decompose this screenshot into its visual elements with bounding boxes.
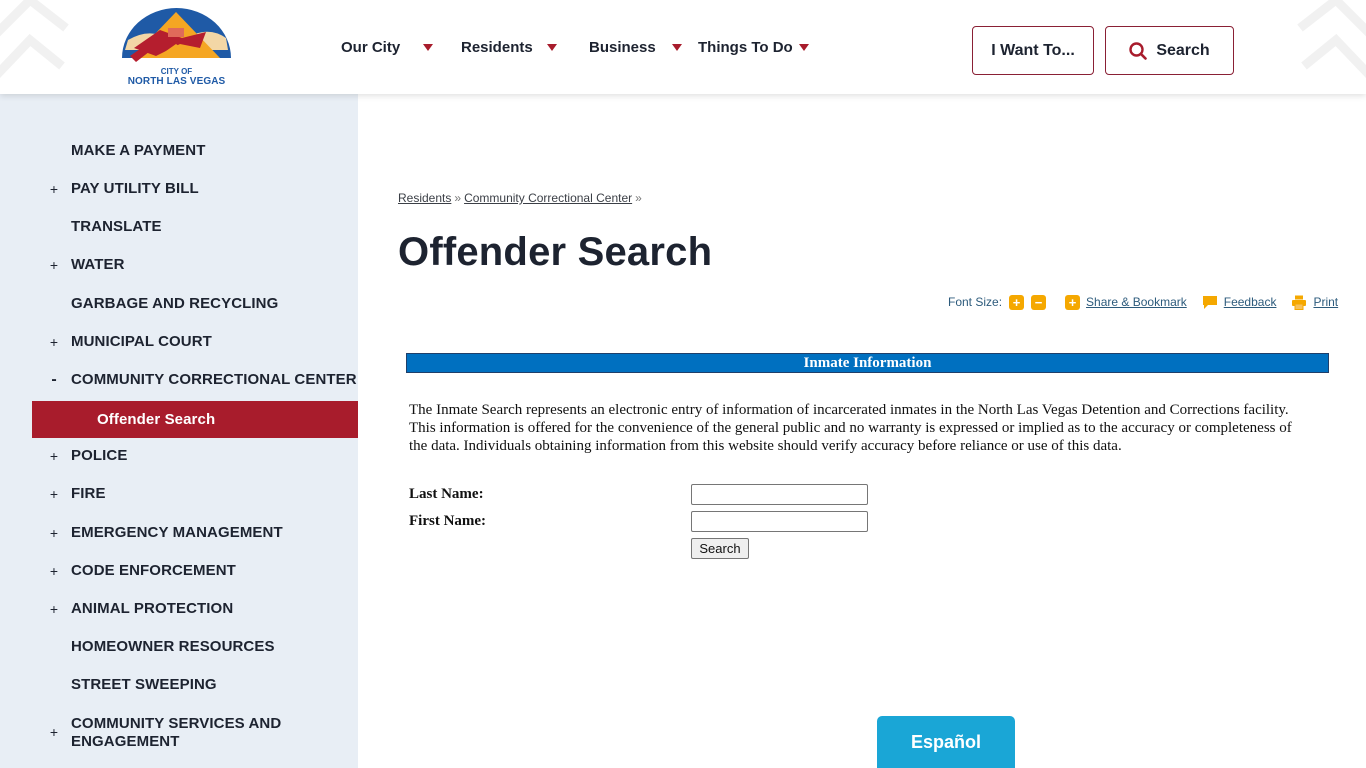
sidebar-item-label: MAKE A PAYMENT	[71, 142, 206, 159]
search-icon	[1129, 41, 1148, 60]
print-link[interactable]: Print	[1313, 295, 1338, 309]
last-name-input[interactable]	[691, 484, 868, 505]
sidebar-item-label: HOMEOWNER RESOURCES	[71, 638, 275, 655]
nav-label: Our City	[341, 38, 401, 56]
share-bookmark-link[interactable]: Share & Bookmark	[1086, 295, 1187, 309]
sidebar-item-label: COMMUNITY CORRECTIONAL CENTER	[71, 371, 357, 388]
search-label: Search	[1156, 41, 1210, 59]
header-search-button[interactable]: Search	[1105, 26, 1234, 75]
sidebar-item-label: TRANSLATE	[71, 218, 162, 235]
caret-down-icon[interactable]	[423, 43, 433, 51]
i-want-to-button[interactable]: I Want To...	[972, 26, 1094, 75]
logo-city-name: NORTH LAS VEGAS	[127, 76, 226, 87]
expand-plus-icon[interactable]: +	[48, 181, 60, 197]
expand-plus-icon[interactable]: +	[48, 563, 60, 579]
sidebar-item-label: STREET SWEEPING	[71, 676, 217, 693]
mountain-decoration-icon	[0, 0, 69, 79]
sidebar-item-label: MUNICIPAL COURT	[71, 333, 212, 350]
nav-business[interactable]: Business	[589, 39, 698, 56]
first-name-label: First Name:	[409, 513, 487, 529]
site-header: CITY OF NORTH LAS VEGAS Our City Residen…	[0, 0, 1366, 94]
breadcrumb: Residents» Community Correctional Center»	[398, 191, 645, 205]
first-name-input[interactable]	[691, 511, 868, 532]
expand-plus-icon[interactable]: +	[48, 334, 60, 350]
sidebar-item-label: GARBAGE AND RECYCLING	[71, 295, 279, 312]
sidebar-item-label: PAY UTILITY BILL	[71, 180, 199, 197]
sidebar-item-label: ANIMAL PROTECTION	[71, 600, 234, 617]
caret-down-icon[interactable]	[547, 43, 557, 51]
inmate-search-disclaimer: The Inmate Search represents an electron…	[409, 402, 1292, 454]
sidebar-item-label: EMERGENCY MANAGEMENT	[71, 524, 283, 541]
sidebar-item-label: WATER	[71, 256, 125, 273]
espanol-language-button[interactable]: Español	[877, 716, 1015, 768]
last-name-label: Last Name:	[409, 486, 484, 502]
sidebar-item-label: Offender Search	[97, 410, 216, 428]
font-size-label: Font Size:	[948, 295, 1003, 309]
font-increase-icon[interactable]: +	[1009, 294, 1025, 310]
sidebar-item-label: CODE ENFORCEMENT	[71, 562, 236, 579]
mountain-decoration-icon	[1297, 0, 1366, 79]
logo-emblem-icon	[122, 8, 231, 62]
expand-plus-icon[interactable]: +	[48, 448, 60, 464]
sidebar-item-label: POLICE	[71, 447, 128, 464]
page-tools: Font Size: + − + Share & Bookmark Feedba…	[948, 294, 1338, 310]
logo-city-of: CITY OF	[160, 67, 193, 76]
main-nav: Our City Residents Business Things To Do	[341, 37, 809, 57]
nav-residents[interactable]: Residents	[461, 39, 589, 56]
nav-label: Business	[589, 38, 656, 56]
nav-label: Things To Do	[698, 38, 793, 56]
breadcrumb-link-residents[interactable]: Residents	[398, 191, 451, 205]
expand-plus-icon[interactable]: +	[48, 486, 60, 502]
expand-plus-icon[interactable]: +	[48, 601, 60, 617]
sidebar-item-label: FIRE	[71, 485, 106, 502]
nav-things-to-do[interactable]: Things To Do	[698, 39, 809, 56]
expand-plus-icon[interactable]: +	[48, 525, 60, 541]
sidebar-item-label: COMMUNITY SERVICES AND ENGAGEMENT	[71, 715, 282, 750]
expand-plus-icon[interactable]: +	[48, 257, 60, 273]
share-plus-icon[interactable]: +	[1065, 294, 1081, 310]
nav-label: Residents	[461, 38, 533, 56]
expand-plus-icon[interactable]: +	[48, 724, 60, 740]
nav-our-city[interactable]: Our City	[341, 39, 461, 56]
font-decrease-icon[interactable]: −	[1031, 294, 1047, 310]
breadcrumb-separator: »	[454, 191, 462, 205]
sidebar-item-offender-search[interactable]: Offender Search	[32, 401, 358, 438]
breadcrumb-separator: »	[635, 191, 642, 205]
city-logo[interactable]: CITY OF NORTH LAS VEGAS	[120, 8, 233, 88]
inmate-search-button[interactable]: Search	[691, 538, 749, 559]
feedback-link[interactable]: Feedback	[1224, 295, 1277, 309]
caret-down-icon[interactable]	[672, 43, 682, 51]
inmate-information-header: Inmate Information	[406, 353, 1329, 373]
sidebar-nav: MAKE A PAYMENT + PAY UTILITY BILL TRANSL…	[0, 94, 358, 768]
feedback-speech-bubble-icon[interactable]	[1202, 295, 1218, 310]
printer-icon[interactable]	[1291, 295, 1307, 310]
caret-down-icon[interactable]	[798, 43, 809, 51]
breadcrumb-link-community-correctional-center[interactable]: Community Correctional Center	[464, 191, 632, 205]
page-title: Offender Search	[398, 230, 713, 274]
collapse-minus-icon[interactable]: -	[48, 371, 60, 389]
